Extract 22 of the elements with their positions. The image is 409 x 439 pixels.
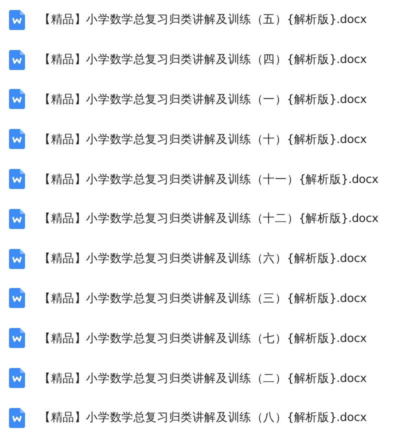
file-name[interactable]: 【精品】小学数学总复习归类讲解及训练（七）{解析版}.docx bbox=[39, 330, 367, 346]
word-document-icon bbox=[9, 129, 25, 150]
file-name[interactable]: 【精品】小学数学总复习归类讲解及训练（一）{解析版}.docx bbox=[39, 92, 367, 107]
file-name[interactable]: 【精品】小学数学总复习归类讲解及训练（二）{解析版}.docx bbox=[39, 370, 367, 386]
word-document-icon bbox=[9, 89, 25, 110]
file-name[interactable]: 【精品】小学数学总复习归类讲解及训练（四）{解析版}.docx bbox=[39, 52, 367, 68]
word-document-icon bbox=[9, 169, 25, 190]
word-document-icon bbox=[9, 50, 25, 70]
file-name[interactable]: 【精品】小学数学总复习归类讲解及训练（十）{解析版}.docx bbox=[39, 132, 367, 147]
word-document-icon bbox=[9, 248, 25, 269]
word-document-icon bbox=[9, 408, 25, 428]
word-document-icon bbox=[9, 328, 25, 348]
word-document-icon bbox=[9, 288, 25, 308]
word-document-icon bbox=[9, 10, 25, 30]
file-name[interactable]: 【精品】小学数学总复习归类讲解及训练（八）{解析版}.docx bbox=[39, 410, 367, 426]
file-name[interactable]: 【精品】小学数学总复习归类讲解及训练（三）{解析版}.docx bbox=[39, 290, 367, 306]
file-name[interactable]: 【精品】小学数学总复习归类讲解及训练（十一）{解析版}.docx bbox=[39, 172, 378, 187]
word-document-icon bbox=[9, 208, 25, 229]
file-name[interactable]: 【精品】小学数学总复习归类讲解及训练（十二）{解析版}.docx bbox=[39, 211, 378, 226]
file-name[interactable]: 【精品】小学数学总复习归类讲解及训练（五）{解析版}.docx bbox=[39, 12, 367, 28]
file-name[interactable]: 【精品】小学数学总复习归类讲解及训练（六）{解析版}.docx bbox=[39, 251, 367, 266]
word-document-icon bbox=[9, 368, 25, 388]
